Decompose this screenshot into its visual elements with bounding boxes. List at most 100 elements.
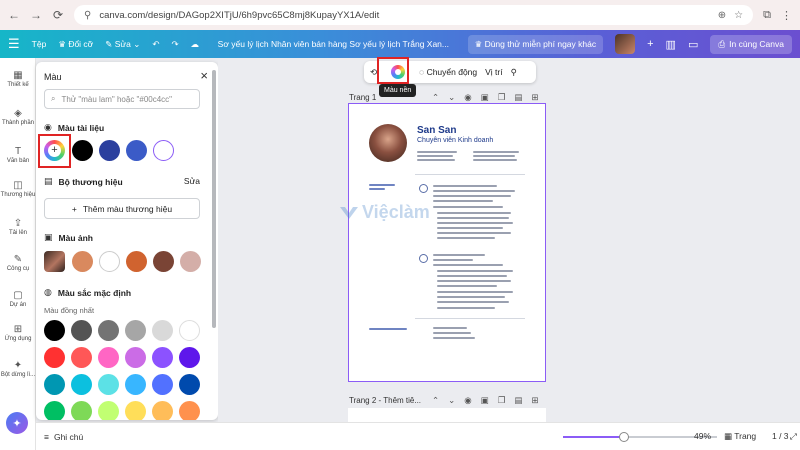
zoom-page-icon[interactable]: ⊕ <box>718 10 726 21</box>
avatar[interactable] <box>615 34 636 54</box>
browser-menu-icon[interactable]: ⋮ <box>781 9 792 22</box>
comment-icon[interactable]: ▭ <box>688 38 698 51</box>
chevron-down-icon[interactable]: ⌄ <box>448 92 455 103</box>
reload-icon[interactable]: ⟳ <box>52 8 64 22</box>
doc-color-swatch[interactable] <box>126 140 147 161</box>
default-color-swatch[interactable] <box>44 401 65 420</box>
default-color-swatch[interactable] <box>98 401 119 420</box>
chevron-up-icon[interactable]: ⌃ <box>432 395 439 406</box>
default-color-swatch[interactable] <box>152 401 173 420</box>
rail-item-magic[interactable]: ✦ Bột dừng lì... <box>0 360 36 378</box>
back-icon[interactable]: ← <box>8 8 20 22</box>
default-color-swatch[interactable] <box>179 401 200 420</box>
default-color-swatch[interactable] <box>152 320 173 341</box>
add-page-icon[interactable]: ⊞ <box>531 92 538 103</box>
trash-icon[interactable]: ▤ <box>514 395 522 406</box>
default-color-swatch[interactable] <box>125 347 146 368</box>
rail-item-design[interactable]: ▦ Thiết kế <box>0 70 36 88</box>
default-color-swatch[interactable] <box>125 320 146 341</box>
default-color-swatch[interactable] <box>98 320 119 341</box>
default-color-swatch[interactable] <box>98 347 119 368</box>
doc-color-swatch-selected[interactable] <box>153 140 174 161</box>
extensions-icon[interactable]: ⧉ <box>763 9 771 22</box>
rail-item-projects[interactable]: ▢ Dự án <box>0 290 36 308</box>
add-collaborator-icon[interactable]: + <box>647 38 653 50</box>
resume-role[interactable]: Chuyên viên Kinh doanh <box>417 137 493 144</box>
default-color-swatch[interactable] <box>44 320 65 341</box>
resize-menu[interactable]: ♛ Đổi cỡ <box>58 39 93 50</box>
photo-color-swatch[interactable] <box>99 251 120 272</box>
resume-photo[interactable] <box>369 124 407 162</box>
lock-icon[interactable]: ▣ <box>481 395 489 406</box>
zoom-level[interactable]: 49% <box>694 431 711 441</box>
default-color-swatch[interactable] <box>71 374 92 395</box>
address-bar[interactable]: ⚲ canva.com/design/DAGop2XITjU/6h9pvc65C… <box>74 5 754 25</box>
page-2-label[interactable]: Trang 2 - Thêm tiê... <box>349 396 421 405</box>
rail-item-tools[interactable]: ✎ Công cụ <box>0 254 36 272</box>
photo-color-swatch[interactable] <box>153 251 174 272</box>
default-color-swatch[interactable] <box>71 320 92 341</box>
file-menu[interactable]: Tệp <box>32 39 47 49</box>
zoom-slider-thumb[interactable] <box>619 432 629 442</box>
default-color-swatch[interactable] <box>152 347 173 368</box>
edit-menu[interactable]: ✎ Sửa ⌄ <box>105 39 140 50</box>
fullscreen-icon[interactable]: ⤢ <box>790 431 797 442</box>
bookmark-star-icon[interactable]: ☆ <box>734 10 743 21</box>
photo-color-swatch[interactable] <box>72 251 93 272</box>
pages-button[interactable]: ▦ Trang <box>724 431 756 442</box>
print-button[interactable]: ⎙ In cùng Canva <box>710 34 792 54</box>
default-color-swatch[interactable] <box>98 374 119 395</box>
lock-icon[interactable]: ▣ <box>481 92 489 103</box>
default-color-swatch[interactable] <box>44 374 65 395</box>
rail-item-uploads[interactable]: ⇪ Tải lên <box>0 218 36 236</box>
photo-color-swatch[interactable] <box>126 251 147 272</box>
photo-color-swatch[interactable] <box>180 251 201 272</box>
color-search-input[interactable]: ⌕ Thử "màu lam" hoặc "#00c4cc" <box>44 89 200 109</box>
duplicate-icon[interactable]: ❐ <box>498 395 506 406</box>
brand-edit-link[interactable]: Sửa <box>184 176 200 186</box>
position-button[interactable]: Vị trí <box>485 67 502 77</box>
paint-format-icon[interactable]: ⚲ <box>511 67 517 78</box>
trial-button[interactable]: ♛ Dùng thử miễn phí ngay khác <box>467 34 604 54</box>
default-color-swatch[interactable] <box>152 374 173 395</box>
default-color-swatch[interactable] <box>71 347 92 368</box>
add-page-icon[interactable]: ⊞ <box>531 395 538 406</box>
default-color-swatch[interactable] <box>71 401 92 420</box>
page-1-label[interactable]: Trang 1 <box>349 93 376 102</box>
design-page[interactable]: San San Chuyên viên Kinh doanh <box>348 103 546 382</box>
rail-item-brand[interactable]: ◫ Thương hiệu <box>0 180 36 198</box>
trash-icon[interactable]: ▤ <box>514 92 522 103</box>
default-color-swatch[interactable] <box>44 347 65 368</box>
close-icon[interactable]: × <box>200 68 208 83</box>
cloud-save-icon[interactable]: ☁ <box>191 39 200 50</box>
analytics-icon[interactable]: ▥ <box>666 38 676 51</box>
notes-button[interactable]: ≡ Ghi chú <box>44 432 83 442</box>
doc-color-swatch[interactable] <box>99 140 120 161</box>
forward-icon[interactable]: → <box>30 8 42 22</box>
chevron-up-icon[interactable]: ⌃ <box>432 92 439 103</box>
default-color-swatch[interactable] <box>179 374 200 395</box>
rail-item-apps[interactable]: ⊞ Ứng dụng <box>0 324 36 342</box>
menu-icon[interactable]: ☰ <box>8 36 20 52</box>
eye-icon[interactable]: ◉ <box>464 92 471 103</box>
rail-item-text[interactable]: T Văn bản <box>0 146 36 164</box>
document-title[interactable]: Sơ yếu lý lịch Nhân viên bán hàng Sơ yếu… <box>211 39 455 49</box>
magic-assistant-button[interactable]: ✦ <box>6 412 28 434</box>
default-color-swatch[interactable] <box>125 401 146 420</box>
chevron-down-icon[interactable]: ⌄ <box>448 395 455 406</box>
design-page-2[interactable] <box>348 408 546 422</box>
site-info-icon[interactable]: ⚲ <box>84 10 91 21</box>
rail-item-elements[interactable]: ◈ Thành phần <box>0 108 36 126</box>
doc-color-swatch[interactable] <box>72 140 93 161</box>
default-color-swatch[interactable] <box>125 374 146 395</box>
add-brand-color-button[interactable]: + Thêm màu thương hiệu <box>44 198 200 219</box>
default-color-swatch[interactable] <box>179 347 200 368</box>
panel-scrollbar[interactable] <box>212 70 216 328</box>
resume-name[interactable]: San San <box>417 125 456 136</box>
duplicate-icon[interactable]: ❐ <box>498 92 506 103</box>
redo-icon[interactable]: ↷ <box>171 39 178 50</box>
eye-icon[interactable]: ◉ <box>464 395 471 406</box>
undo-icon[interactable]: ↶ <box>152 39 159 50</box>
default-color-swatch[interactable] <box>179 320 200 341</box>
animate-button[interactable]: ◌ Chuyển động <box>419 67 477 77</box>
